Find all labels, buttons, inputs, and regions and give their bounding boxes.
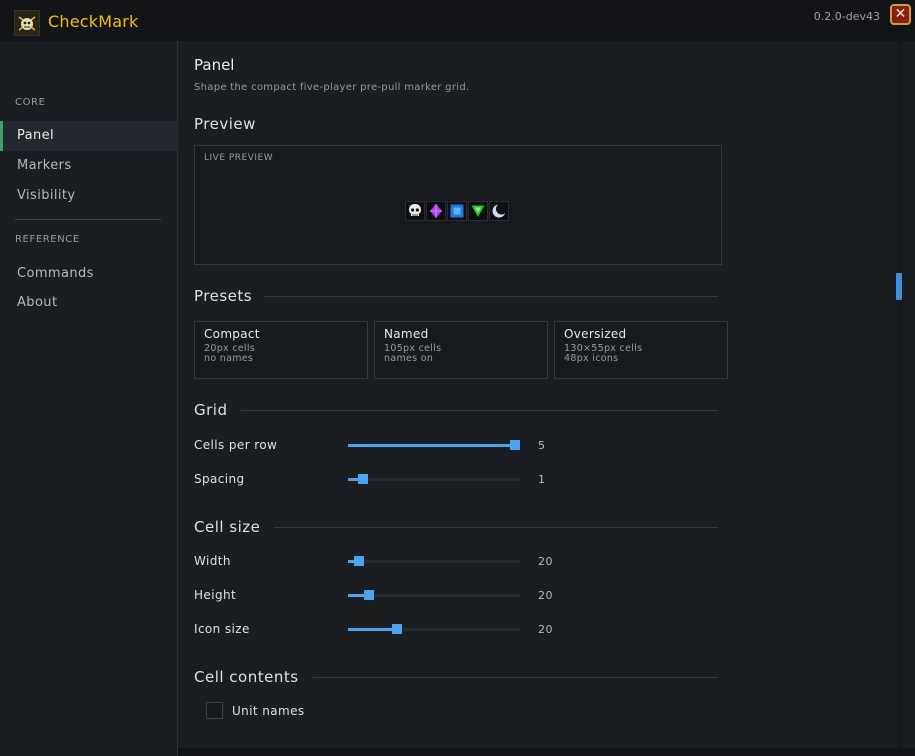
slider-value-width: 20 [538, 555, 553, 568]
diamond-icon [426, 201, 446, 221]
sidebar-item-panel[interactable]: Panel [0, 121, 177, 151]
marker-grid-preview [405, 201, 509, 221]
sidebar-item-label: Visibility [17, 188, 76, 203]
preset-detail: 48px icons [564, 353, 619, 364]
width-slider[interactable] [348, 556, 520, 566]
slider-fill [348, 444, 515, 447]
section-title-presets: Presets [194, 287, 253, 305]
bottom-edge [178, 748, 915, 756]
sidebar-item-label: Commands [17, 266, 94, 281]
sidebar-item-label: Panel [17, 128, 55, 143]
slider-thumb[interactable] [392, 624, 402, 634]
sidebar-item-label: Markers [17, 158, 72, 173]
sidebar-item-commands[interactable]: Commands [0, 259, 177, 289]
preset-detail: names on [384, 353, 434, 364]
main-content: Panel Shape the compact five-player pre-… [178, 41, 915, 748]
skull-icon [405, 201, 425, 221]
height-slider[interactable] [348, 590, 520, 600]
preset-card-compact[interactable]: Compact 20px cells no names [194, 321, 368, 379]
icon-size-slider[interactable] [348, 624, 520, 634]
slider-label-cells-per-row: Cells per row [194, 438, 278, 452]
slider-thumb[interactable] [358, 474, 368, 484]
sidebar-item-label: About [17, 295, 58, 310]
slider-value-spacing: 1 [538, 473, 546, 486]
scrollbar-track[interactable] [897, 41, 903, 748]
slider-value-height: 20 [538, 589, 553, 602]
section-title-cell-size: Cell size [194, 518, 261, 536]
scrollbar-thumb[interactable] [896, 273, 902, 300]
title-bar: CheckMark 0.2.0-dev43 ✕ [0, 0, 915, 41]
sidebar-divider [15, 219, 161, 220]
live-preview-box: LIVE PREVIEW [194, 145, 722, 265]
page-description: Shape the compact five-player pre-pull m… [194, 82, 470, 93]
unit-names-checkbox[interactable] [206, 702, 223, 719]
preset-name: Named [384, 327, 429, 341]
settings-window: CheckMark 0.2.0-dev43 ✕ CORE Panel Marke… [0, 0, 915, 756]
slider-thumb[interactable] [354, 556, 364, 566]
page-title: Panel [194, 56, 235, 74]
section-divider [264, 296, 718, 297]
spacing-slider[interactable] [348, 474, 520, 484]
sidebar-header-core: CORE [15, 97, 46, 108]
slider-fill [348, 628, 397, 631]
slider-label-spacing: Spacing [194, 472, 245, 486]
slider-label-icon-size: Icon size [194, 622, 250, 636]
moon-icon [489, 201, 509, 221]
close-button[interactable]: ✕ [890, 4, 911, 25]
sidebar-item-visibility[interactable]: Visibility [0, 181, 177, 211]
section-title-cell-contents: Cell contents [194, 668, 299, 686]
section-title-grid: Grid [194, 401, 228, 419]
slider-thumb[interactable] [510, 440, 520, 450]
version-label: 0.2.0-dev43 [813, 10, 880, 23]
slider-value-icon-size: 20 [538, 623, 553, 636]
triangle-icon [468, 201, 488, 221]
preset-name: Compact [204, 327, 260, 341]
sidebar-item-markers[interactable]: Markers [0, 151, 177, 181]
section-divider [313, 677, 718, 678]
preset-detail: no names [204, 353, 254, 364]
app-title: CheckMark [48, 12, 139, 31]
sidebar-header-reference: REFERENCE [15, 234, 80, 245]
section-divider [274, 527, 718, 528]
slider-label-width: Width [194, 554, 231, 568]
preset-name: Oversized [564, 327, 627, 341]
live-preview-label: LIVE PREVIEW [204, 153, 274, 163]
sidebar: CORE Panel Markers Visibility REFERENCE … [0, 41, 178, 756]
preset-card-oversized[interactable]: Oversized 130×55px cells 48px icons [554, 321, 728, 379]
slider-value-cells-per-row: 5 [538, 439, 546, 452]
slider-thumb[interactable] [364, 590, 374, 600]
slider-label-height: Height [194, 588, 237, 602]
preset-card-named[interactable]: Named 105px cells names on [374, 321, 548, 379]
section-title-preview: Preview [194, 115, 256, 133]
close-icon: ✕ [894, 6, 907, 22]
cells-per-row-slider[interactable] [348, 440, 520, 450]
unit-names-label: Unit names [232, 704, 305, 718]
app-logo-icon [14, 10, 40, 36]
section-divider [241, 410, 718, 411]
sidebar-item-about[interactable]: About [0, 288, 177, 318]
square-icon [447, 201, 467, 221]
